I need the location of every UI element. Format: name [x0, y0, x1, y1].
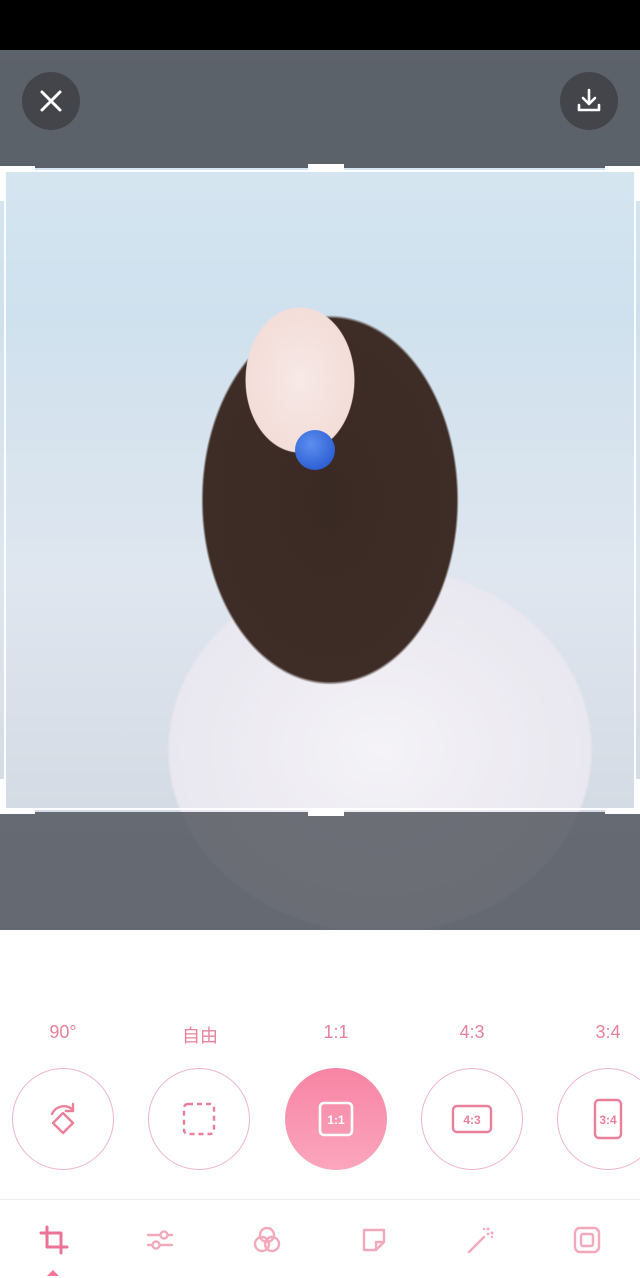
tab-crop[interactable] — [34, 1222, 74, 1258]
download-button[interactable] — [560, 72, 618, 130]
crop-corner-top-left[interactable] — [0, 166, 35, 201]
crop-mask-bottom — [0, 812, 640, 930]
ratio-labels: 90° 自由 1:1 4:3 3:4 — [0, 1022, 640, 1048]
ratio-3-4-badge: 3:4 — [599, 1113, 617, 1127]
adjust-icon — [146, 1230, 174, 1250]
close-button[interactable] — [22, 72, 80, 130]
frame-icon — [573, 1226, 601, 1254]
ratio-4-3-badge: 4:3 — [463, 1113, 481, 1127]
crop-mask-top — [0, 50, 640, 168]
crop-corner-bottom-right[interactable] — [605, 779, 640, 814]
divider — [0, 1199, 640, 1200]
download-icon — [577, 88, 601, 112]
crop-corner-top-right[interactable] — [605, 166, 640, 201]
ratio-label-3-4: 3:4 — [595, 1022, 621, 1042]
tab-indicator — [47, 1270, 59, 1276]
tab-adjust[interactable] — [140, 1222, 180, 1258]
crop-handle-bottom[interactable] — [308, 808, 344, 816]
crop-icon — [39, 1225, 69, 1255]
status-bar — [0, 0, 640, 50]
sticker-icon — [362, 1228, 386, 1252]
ratio-4-3-icon: 4:3 — [451, 1104, 493, 1134]
rotate-icon — [50, 1102, 75, 1135]
crop-corner-bottom-left[interactable] — [0, 779, 35, 814]
crop-frame[interactable] — [0, 164, 640, 816]
ratio-label-1-1: 1:1 — [323, 1022, 349, 1042]
tab-frame[interactable] — [567, 1222, 607, 1258]
crop-handle-top[interactable] — [308, 164, 344, 172]
ratio-1-1-icon: 1:1 — [318, 1101, 354, 1137]
crop-editor[interactable] — [0, 50, 640, 930]
ratio-3-4-icon: 3:4 — [593, 1098, 623, 1140]
filter-icon — [253, 1226, 281, 1253]
tab-filter[interactable] — [247, 1222, 287, 1258]
ratio-3-4-button[interactable]: 3:4 — [557, 1068, 640, 1170]
ratio-1-1-badge: 1:1 — [327, 1113, 345, 1127]
ratio-label-4-3: 4:3 — [459, 1022, 485, 1042]
tab-sticker[interactable] — [354, 1222, 394, 1258]
close-icon — [40, 90, 62, 112]
free-crop-button[interactable] — [148, 1068, 250, 1170]
magic-wand-icon — [467, 1227, 494, 1254]
tab-magic[interactable] — [460, 1222, 500, 1258]
ratio-4-3-button[interactable]: 4:3 — [421, 1068, 523, 1170]
ratio-label-free: 自由 — [182, 1026, 218, 1046]
free-crop-icon — [182, 1102, 216, 1136]
ratio-1-1-button[interactable]: 1:1 — [285, 1068, 387, 1170]
rotate-button[interactable] — [12, 1068, 114, 1170]
ratio-label-rotate: 90° — [49, 1022, 77, 1042]
